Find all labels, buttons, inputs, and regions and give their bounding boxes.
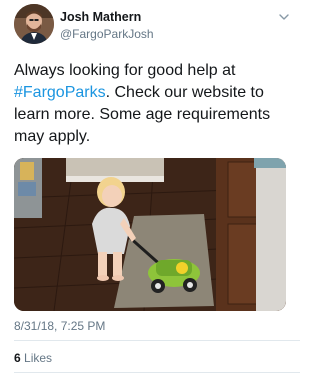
likes-number: 6: [14, 351, 21, 365]
tweet-header: Josh Mathern @FargoParkJosh: [0, 0, 300, 56]
author-name[interactable]: Josh Mathern: [60, 10, 141, 24]
hashtag-link[interactable]: #FargoParks: [14, 84, 106, 101]
divider: [14, 372, 300, 373]
avatar[interactable]: [14, 4, 54, 44]
chevron-down-icon[interactable]: [278, 11, 290, 23]
likes-label: Likes: [24, 351, 53, 365]
tweet-timestamp[interactable]: 8/31/18, 7:25 PM: [14, 319, 105, 333]
tweet-photo[interactable]: [14, 158, 286, 311]
author-handle[interactable]: @FargoParkJosh: [60, 27, 154, 41]
tweet-text: Always looking for good help at #FargoPa…: [14, 60, 290, 148]
divider: [14, 340, 300, 341]
likes-count[interactable]: 6 Likes: [14, 351, 52, 365]
tweet-text-start: Always looking for good help at: [14, 62, 236, 79]
